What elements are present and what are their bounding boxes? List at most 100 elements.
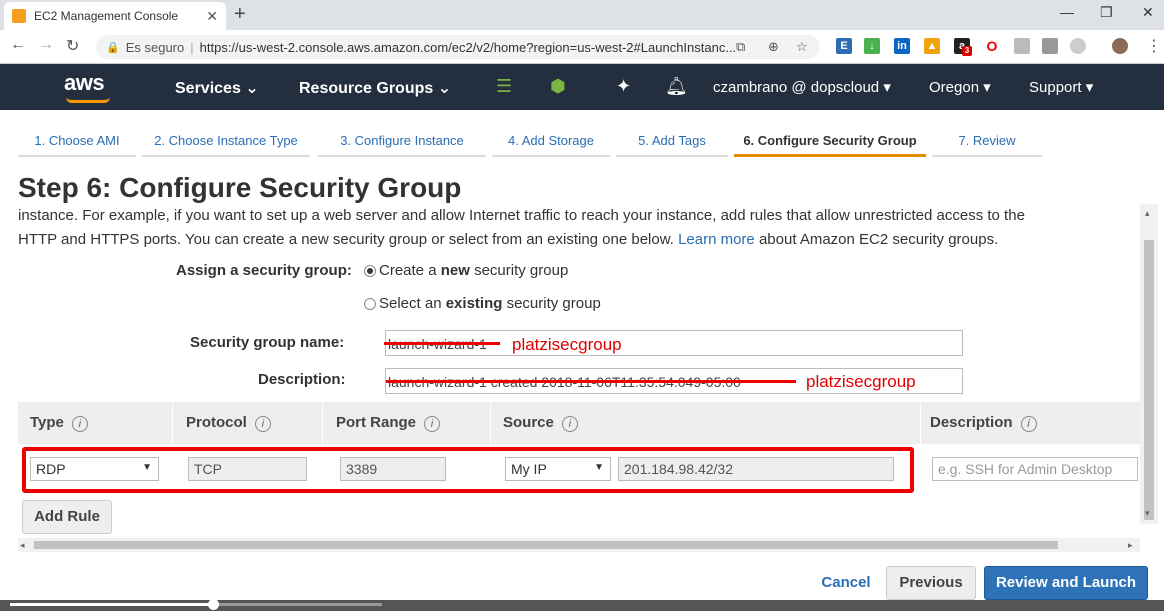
zoom-icon[interactable]: ⊕: [768, 39, 779, 55]
info-icon[interactable]: i: [1020, 416, 1037, 432]
column-divider: [172, 402, 173, 444]
wizard-tab-add-tags[interactable]: 5. Add Tags: [616, 125, 728, 157]
security-group-name-label: Security group name:: [190, 334, 345, 351]
rule-description-input[interactable]: e.g. SSH for Admin Desktop: [932, 457, 1138, 481]
menu-icon[interactable]: ⋮: [1146, 36, 1162, 56]
scroll-left-icon[interactable]: ◂: [20, 540, 25, 551]
radio-new-text: Create a: [379, 262, 437, 279]
step-description: instance. For example, if you want to se…: [18, 204, 1118, 252]
aws-logo[interactable]: aws: [64, 70, 105, 96]
reload-icon[interactable]: ↻: [66, 36, 79, 56]
opera-icon[interactable]: O: [984, 38, 1000, 54]
resource-groups-menu[interactable]: Resource Groups ⌄: [299, 78, 451, 98]
window-close-button[interactable]: ✕: [1142, 4, 1154, 21]
column-divider: [920, 402, 921, 444]
wizard-tab-add-storage[interactable]: 4. Add Storage: [492, 125, 610, 157]
scroll-up-icon[interactable]: ▴: [1145, 208, 1150, 219]
horizontal-scrollbar[interactable]: ◂ ▸: [18, 538, 1140, 552]
minimize-button[interactable]: —: [1060, 4, 1074, 20]
radio-new-bold: new: [440, 262, 470, 279]
extension-icon[interactable]: E: [836, 38, 852, 54]
region-menu[interactable]: Oregon ▾: [929, 78, 991, 96]
tab-close-icon[interactable]: ✕: [206, 8, 218, 25]
column-divider: [490, 402, 491, 444]
extension-icon[interactable]: [1042, 38, 1058, 54]
address-separator: |: [190, 39, 194, 55]
extension-icon[interactable]: [1070, 38, 1086, 54]
extension-icon[interactable]: ↓: [864, 38, 880, 54]
linkedin-icon[interactable]: in: [894, 38, 910, 54]
browser-tabbar: EC2 Management Console ✕ + — ❐ ✕: [0, 0, 1164, 30]
extension-badge: 3: [962, 46, 972, 56]
strikethrough-mark: [386, 380, 796, 383]
info-icon[interactable]: i: [254, 416, 271, 432]
add-rule-button[interactable]: Add Rule: [22, 500, 112, 534]
services-label: Services: [175, 80, 241, 97]
info-icon[interactable]: i: [424, 416, 441, 432]
aws-favicon-icon: [12, 9, 26, 23]
account-menu[interactable]: czambrano @ dopscloud ▾: [713, 78, 891, 96]
vertical-scrollbar[interactable]: ▴: [1140, 204, 1158, 524]
video-played-track: [10, 603, 214, 606]
chevron-down-icon: ⌄: [437, 80, 452, 97]
radio-existing-bold: existing: [445, 295, 503, 312]
bell-icon[interactable]: 🔔︎: [665, 76, 688, 97]
review-and-launch-button[interactable]: Review and Launch: [984, 566, 1148, 600]
wizard-tab-choose-ami[interactable]: 1. Choose AMI: [18, 125, 136, 157]
wizard-tab-review[interactable]: 7. Review: [932, 125, 1042, 157]
description-line: instance. For example, if you want to se…: [18, 207, 1025, 224]
scrollbar-thumb[interactable]: [1144, 240, 1154, 520]
lock-icon: 🔒: [106, 41, 120, 54]
services-menu[interactable]: Services ⌄: [175, 78, 259, 98]
column-description: Description i: [930, 414, 1037, 432]
translate-icon[interactable]: ⧉: [736, 39, 745, 55]
rules-table-header: Type i Protocol i Port Range i Source i Desc…: [18, 402, 1140, 444]
column-port-label: Port Range: [336, 414, 417, 431]
service-shortcut-icon[interactable]: ⬢: [550, 76, 566, 97]
extension-icon[interactable]: [1014, 38, 1030, 54]
video-scrubber-handle[interactable]: [208, 599, 219, 610]
radio-selected-icon: [364, 264, 376, 277]
scroll-right-icon[interactable]: ▸: [1128, 540, 1133, 551]
support-label: Support: [1029, 79, 1082, 96]
radio-select-existing[interactable]: Select an existing security group: [364, 295, 601, 312]
forward-icon[interactable]: →: [38, 36, 54, 54]
strikethrough-mark: [384, 342, 500, 345]
column-type: Type i: [30, 414, 88, 432]
service-shortcut-icon[interactable]: ☰: [496, 76, 512, 97]
radio-create-new[interactable]: Create a new security group: [364, 262, 568, 279]
scroll-down-icon[interactable]: ▾: [1145, 508, 1150, 519]
cancel-button[interactable]: Cancel: [808, 566, 884, 600]
name-annotation: platzisecgroup: [512, 335, 622, 354]
back-icon[interactable]: ←: [10, 36, 26, 54]
region-label: Oregon: [929, 79, 980, 96]
browser-tab[interactable]: EC2 Management Console ✕: [4, 2, 226, 30]
restore-button[interactable]: ❐: [1100, 4, 1113, 21]
wizard-tab-instance-type[interactable]: 2. Choose Instance Type: [142, 125, 310, 157]
support-menu[interactable]: Support ▾: [1029, 78, 1093, 96]
secure-label: Es seguro: [125, 39, 185, 55]
column-description-label: Description: [930, 414, 1013, 431]
wizard-tab-security-group[interactable]: 6. Configure Security Group: [734, 125, 926, 157]
assign-group-label: Assign a security group:: [176, 262, 352, 279]
pin-icon[interactable]: ✦: [616, 76, 631, 97]
description-line: about Amazon EC2 security groups.: [754, 231, 999, 248]
column-type-label: Type: [30, 414, 64, 431]
video-progress-bar[interactable]: [0, 599, 1164, 611]
learn-more-link[interactable]: Learn more: [678, 231, 755, 248]
profile-avatar[interactable]: [1112, 38, 1128, 54]
extension-icon[interactable]: ▲: [924, 38, 940, 54]
wizard-tab-configure-instance[interactable]: 3. Configure Instance: [318, 125, 486, 157]
address-bar[interactable]: 🔒 Es seguro | https://us-west-2.console.…: [96, 35, 820, 59]
previous-button[interactable]: Previous: [886, 566, 976, 600]
radio-existing-text: Select an: [379, 295, 442, 312]
page-title: Step 6: Configure Security Group: [18, 172, 462, 203]
bookmark-star-icon[interactable]: ☆: [796, 39, 808, 55]
column-protocol: Protocol i: [186, 414, 271, 432]
info-icon[interactable]: i: [561, 416, 578, 432]
new-tab-button[interactable]: +: [234, 3, 246, 26]
info-icon[interactable]: i: [71, 416, 88, 432]
description-line: HTTP and HTTPS ports. You can create a n…: [18, 231, 679, 248]
video-buffered-track: [214, 603, 382, 606]
scrollbar-thumb[interactable]: [34, 541, 1058, 549]
